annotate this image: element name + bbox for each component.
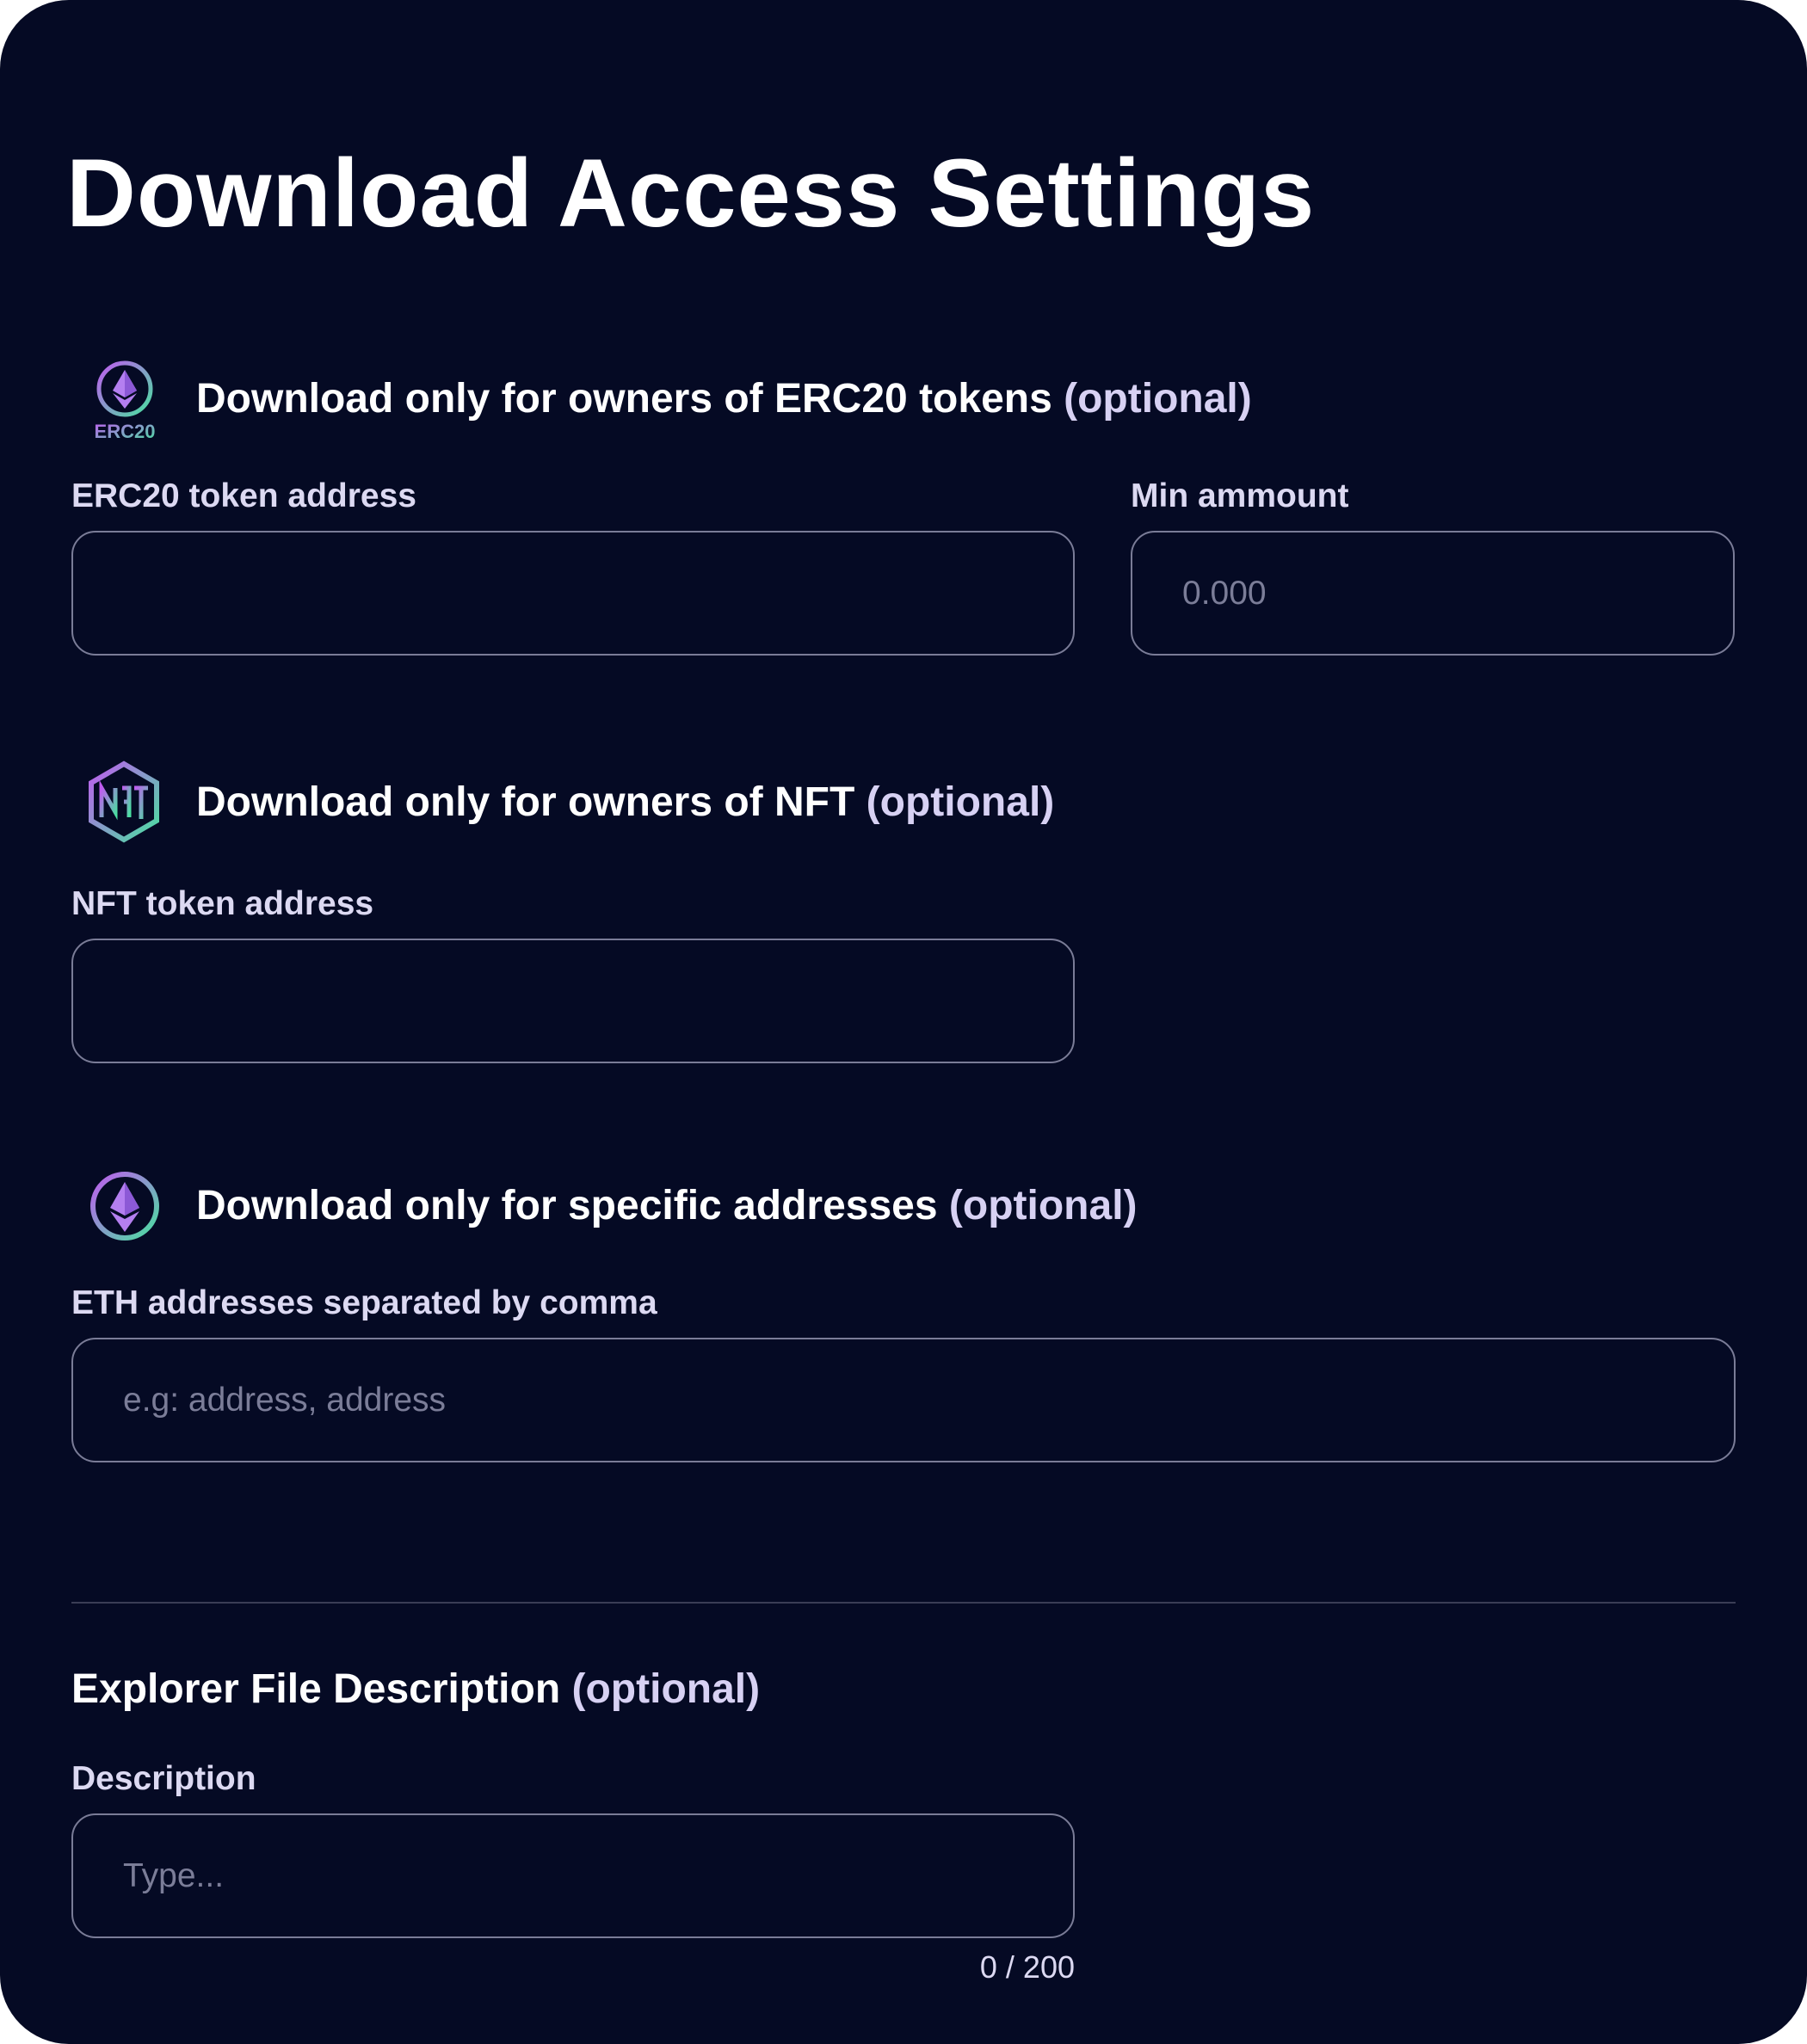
eth-addresses-input[interactable] xyxy=(71,1338,1736,1462)
section-divider xyxy=(71,1602,1736,1604)
nft-address-input[interactable] xyxy=(71,939,1075,1063)
access-settings-card: Download Access Settings ERC20 Download … xyxy=(0,0,1807,2044)
addresses-section-heading: Download only for specific addresses (op… xyxy=(196,1180,1138,1232)
erc20-icon-text: ERC20 xyxy=(95,421,156,440)
nft-heading-optional: (optional) xyxy=(866,779,1055,825)
description-section-heading: Explorer File Description (optional) xyxy=(71,1664,760,1715)
nft-section-heading: Download only for owners of NFT (optiona… xyxy=(196,777,1054,828)
addresses-heading-optional: (optional) xyxy=(948,1183,1138,1228)
description-char-counter: 0 / 200 xyxy=(979,1949,1075,1985)
min-amount-input[interactable] xyxy=(1131,531,1735,656)
min-amount-label: Min ammount xyxy=(1131,477,1349,514)
erc20-heading-text: Download only for owners of ERC20 tokens xyxy=(196,376,1052,422)
nft-hexagon-icon xyxy=(81,759,167,845)
erc20-heading-optional: (optional) xyxy=(1064,376,1252,422)
erc20-address-label: ERC20 token address xyxy=(71,477,416,514)
addresses-heading-text: Download only for specific addresses xyxy=(196,1183,938,1228)
description-heading-text: Explorer File Description xyxy=(71,1666,561,1712)
eth-addresses-label: ETH addresses separated by comma xyxy=(71,1284,657,1321)
nft-heading-text: Download only for owners of NFT xyxy=(196,779,855,825)
erc20-section-heading: Download only for owners of ERC20 tokens… xyxy=(196,373,1252,425)
erc20-address-input[interactable] xyxy=(71,531,1075,656)
erc20-eth-icon: ERC20 xyxy=(81,354,167,442)
page-title: Download Access Settings xyxy=(66,139,1316,247)
description-heading-optional: (optional) xyxy=(571,1666,761,1712)
eth-circle-icon xyxy=(81,1163,167,1249)
description-label: Description xyxy=(71,1760,256,1797)
description-input[interactable] xyxy=(71,1813,1075,1938)
nft-address-label: NFT token address xyxy=(71,885,374,922)
